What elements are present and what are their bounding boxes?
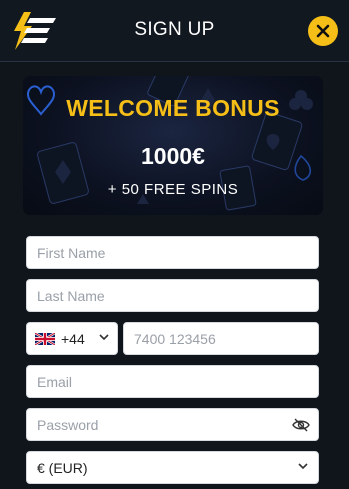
phone-field[interactable] — [123, 322, 319, 355]
uk-flag-icon — [35, 332, 55, 345]
last-name-input[interactable] — [27, 280, 318, 311]
close-icon — [316, 24, 330, 38]
first-name-input[interactable] — [27, 237, 318, 268]
bonus-amount: 1000€ — [141, 143, 205, 169]
welcome-bonus-banner: WELCOME BONUS 1000€ + 50 FREE SPINS — [23, 76, 323, 215]
chevron-down-icon — [298, 463, 308, 470]
header: SIGN UP — [0, 0, 349, 62]
currency-value: € (EUR) — [37, 459, 88, 476]
email-field[interactable] — [26, 365, 319, 398]
password-input[interactable] — [27, 409, 318, 440]
last-name-field[interactable] — [26, 279, 319, 312]
phone-code-value: +44 — [61, 330, 85, 347]
page-title: SIGN UP — [134, 19, 215, 40]
free-spins-text: + 50 FREE SPINS — [107, 181, 239, 198]
eye-slash-icon[interactable] — [292, 418, 310, 432]
phone-code-select[interactable]: +44 — [26, 322, 118, 355]
banner-title: WELCOME BONUS — [66, 95, 280, 121]
currency-select[interactable]: € (EUR) — [26, 451, 319, 484]
first-name-field[interactable] — [26, 236, 319, 269]
signup-screen: SIGN UP WELCOME BONUS 1000€ + 50 FREE SP… — [0, 0, 349, 489]
chevron-down-icon — [99, 334, 109, 341]
phone-input[interactable] — [124, 323, 318, 354]
close-button[interactable] — [308, 16, 338, 46]
email-input[interactable] — [27, 366, 318, 397]
password-field[interactable] — [26, 408, 319, 441]
